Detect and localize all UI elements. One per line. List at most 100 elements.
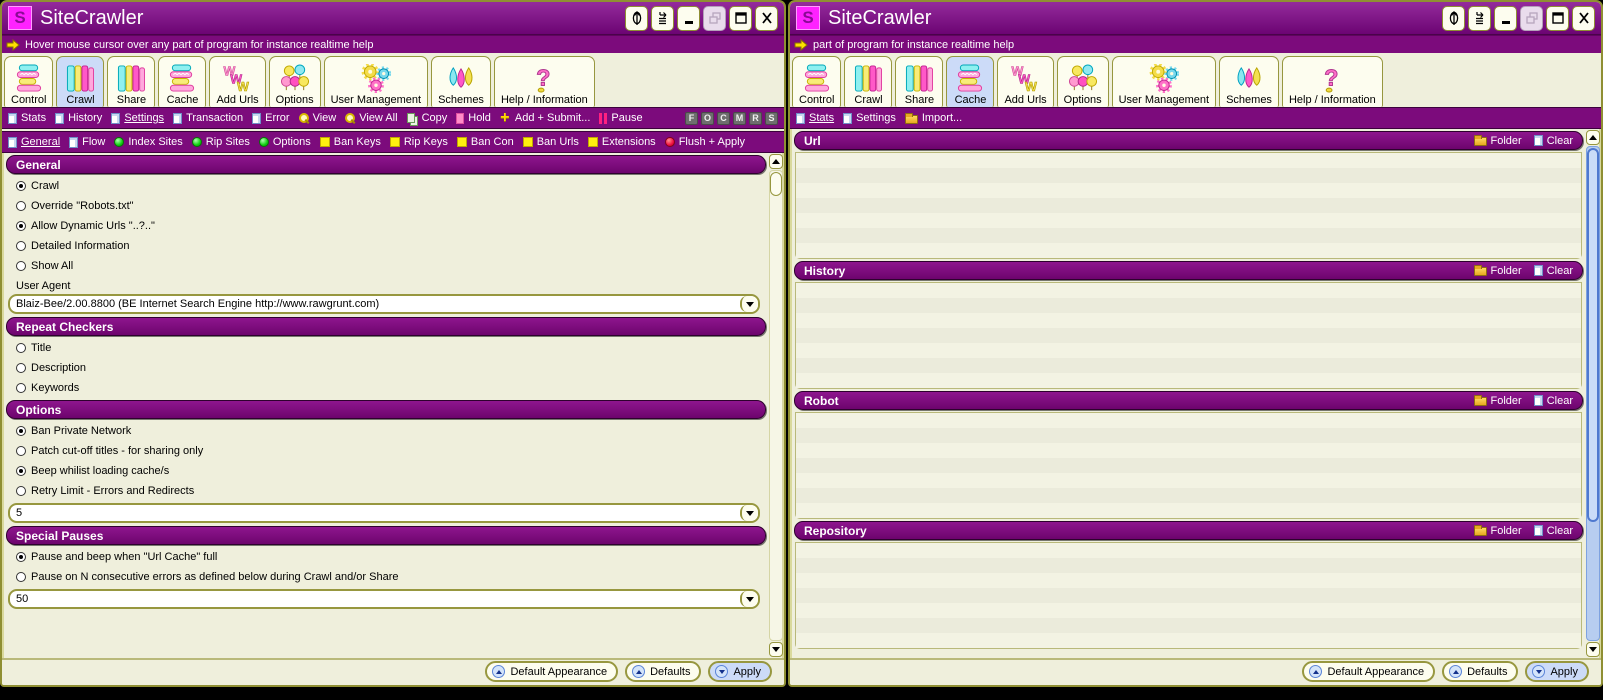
toolbar-button[interactable]: Control xyxy=(4,56,53,107)
menu-item[interactable]: Rip Keys xyxy=(390,136,448,148)
flag-badge[interactable]: M xyxy=(733,112,746,125)
menu-item[interactable]: Rip Sites xyxy=(192,136,250,148)
toolbar-button[interactable]: Add Urls xyxy=(209,56,265,107)
maximize-button[interactable] xyxy=(1546,6,1569,31)
unroll-list-button[interactable] xyxy=(1468,6,1491,31)
toolbar-button[interactable]: Share xyxy=(895,56,943,107)
toolbar-button[interactable]: Cache xyxy=(946,56,994,107)
scrollbar-thumb[interactable] xyxy=(1587,148,1599,522)
minimize-button[interactable] xyxy=(677,6,700,31)
flag-badge[interactable]: C xyxy=(717,112,730,125)
radio-option[interactable]: Crawl xyxy=(6,176,766,196)
toolbar-button[interactable]: Schemes xyxy=(431,56,491,107)
menu-item[interactable]: Hold xyxy=(456,112,491,124)
minimize-button[interactable] xyxy=(1494,6,1517,31)
radio-option[interactable]: Pause and beep when "Url Cache" full xyxy=(6,547,766,567)
scroll-up-button[interactable] xyxy=(1586,130,1600,145)
scrollbar-track[interactable] xyxy=(769,170,783,641)
toolbar-button[interactable]: User Management xyxy=(1112,56,1217,107)
menu-item[interactable]: Settings xyxy=(111,112,164,124)
menu-item[interactable]: Extensions xyxy=(588,136,656,148)
menu-item[interactable]: Ban Con xyxy=(457,136,514,148)
scrollbar-track[interactable] xyxy=(1586,146,1600,641)
radio-option[interactable]: Keywords xyxy=(6,378,766,398)
radio-option[interactable]: Description xyxy=(6,358,766,378)
apply-button[interactable]: Apply xyxy=(708,661,772,682)
menu-item[interactable]: Pause xyxy=(599,112,642,124)
toolbar-button[interactable]: Help / Information xyxy=(1282,56,1383,107)
menu-item[interactable]: Copy xyxy=(407,112,448,124)
radio-option[interactable]: Title xyxy=(6,338,766,358)
roll-up-button[interactable] xyxy=(625,6,648,31)
menu-item[interactable]: Error xyxy=(252,112,289,124)
radio-option[interactable]: Beep whilist loading cache/s xyxy=(6,461,766,481)
scrollbar[interactable] xyxy=(768,153,784,658)
menu-item[interactable]: History xyxy=(55,112,102,124)
flag-badge[interactable]: F xyxy=(685,112,698,125)
menu-item[interactable]: View All xyxy=(345,112,397,124)
toolbar-button[interactable]: Cache xyxy=(158,56,206,107)
menu-item[interactable]: Flow xyxy=(69,136,105,148)
roll-up-button[interactable] xyxy=(1442,6,1465,31)
toolbar-button[interactable]: Schemes xyxy=(1219,56,1279,107)
dropdown-button[interactable] xyxy=(740,591,758,607)
menu-item[interactable]: Stats xyxy=(8,112,46,124)
scrollbar[interactable] xyxy=(1585,129,1601,658)
consecutive-errors-combo[interactable]: 50 xyxy=(8,589,760,609)
radio-option[interactable]: Show All xyxy=(6,256,766,276)
toolbar-button[interactable]: Options xyxy=(1057,56,1109,107)
menu-item[interactable]: Add + Submit... xyxy=(500,112,591,124)
toolbar-button[interactable]: Control xyxy=(792,56,841,107)
user-agent-combo[interactable]: Blaiz-Bee/2.00.8800 (BE Internet Search … xyxy=(8,294,760,314)
clear-button[interactable]: Clear xyxy=(1534,395,1573,407)
defaults-button[interactable]: Defaults xyxy=(1442,661,1518,682)
folder-button[interactable]: Folder xyxy=(1474,265,1522,277)
folder-button[interactable]: Folder xyxy=(1474,135,1522,147)
menu-item[interactable]: Transaction xyxy=(173,112,243,124)
clear-button[interactable]: Clear xyxy=(1534,135,1573,147)
menu-item[interactable]: Settings xyxy=(843,112,896,124)
toolbar-button[interactable]: Crawl xyxy=(56,56,104,107)
maximize-button[interactable] xyxy=(729,6,752,31)
scrollbar-thumb[interactable] xyxy=(770,172,782,196)
folder-button[interactable]: Folder xyxy=(1474,395,1522,407)
defaults-button[interactable]: Defaults xyxy=(625,661,701,682)
folder-button[interactable]: Folder xyxy=(1474,525,1522,537)
scroll-down-button[interactable] xyxy=(769,642,783,657)
default-appearance-button[interactable]: Default Appearance xyxy=(485,661,618,682)
radio-option[interactable]: Retry Limit - Errors and Redirects xyxy=(6,481,766,501)
menu-item[interactable]: Stats xyxy=(796,112,834,124)
radio-option[interactable]: Ban Private Network xyxy=(6,421,766,441)
close-button[interactable] xyxy=(755,6,778,31)
menu-item[interactable]: Options xyxy=(259,136,311,148)
clear-button[interactable]: Clear xyxy=(1534,525,1573,537)
radio-option[interactable]: Pause on N consecutive errors as defined… xyxy=(6,567,766,587)
clear-button[interactable]: Clear xyxy=(1534,265,1573,277)
toolbar-button[interactable]: Add Urls xyxy=(997,56,1053,107)
dropdown-button[interactable] xyxy=(740,505,758,521)
menu-item[interactable]: Import... xyxy=(905,112,962,124)
flag-badge[interactable]: O xyxy=(701,112,714,125)
menu-item[interactable]: View xyxy=(299,112,337,124)
apply-button[interactable]: Apply xyxy=(1525,661,1589,682)
radio-option[interactable]: Allow Dynamic Urls "..?.." xyxy=(6,216,766,236)
toolbar-button[interactable]: Help / Information xyxy=(494,56,595,107)
menu-item[interactable]: General xyxy=(8,136,60,148)
radio-option[interactable]: Override "Robots.txt" xyxy=(6,196,766,216)
toolbar-button[interactable]: Options xyxy=(269,56,321,107)
unroll-list-button[interactable] xyxy=(651,6,674,31)
radio-option[interactable]: Detailed Information xyxy=(6,236,766,256)
toolbar-button[interactable]: Crawl xyxy=(844,56,892,107)
toolbar-button[interactable]: User Management xyxy=(324,56,429,107)
menu-item[interactable]: Ban Keys xyxy=(320,136,381,148)
menu-item[interactable]: Index Sites xyxy=(114,136,182,148)
menu-item[interactable]: Ban Urls xyxy=(523,136,579,148)
scroll-down-button[interactable] xyxy=(1586,642,1600,657)
retry-limit-combo[interactable]: 5 xyxy=(8,503,760,523)
flag-badge[interactable]: R xyxy=(749,112,762,125)
default-appearance-button[interactable]: Default Appearance xyxy=(1302,661,1435,682)
scroll-up-button[interactable] xyxy=(769,154,783,169)
dropdown-button[interactable] xyxy=(740,296,758,312)
menu-item[interactable]: Flush + Apply xyxy=(665,136,745,148)
flag-badge[interactable]: S xyxy=(765,112,778,125)
